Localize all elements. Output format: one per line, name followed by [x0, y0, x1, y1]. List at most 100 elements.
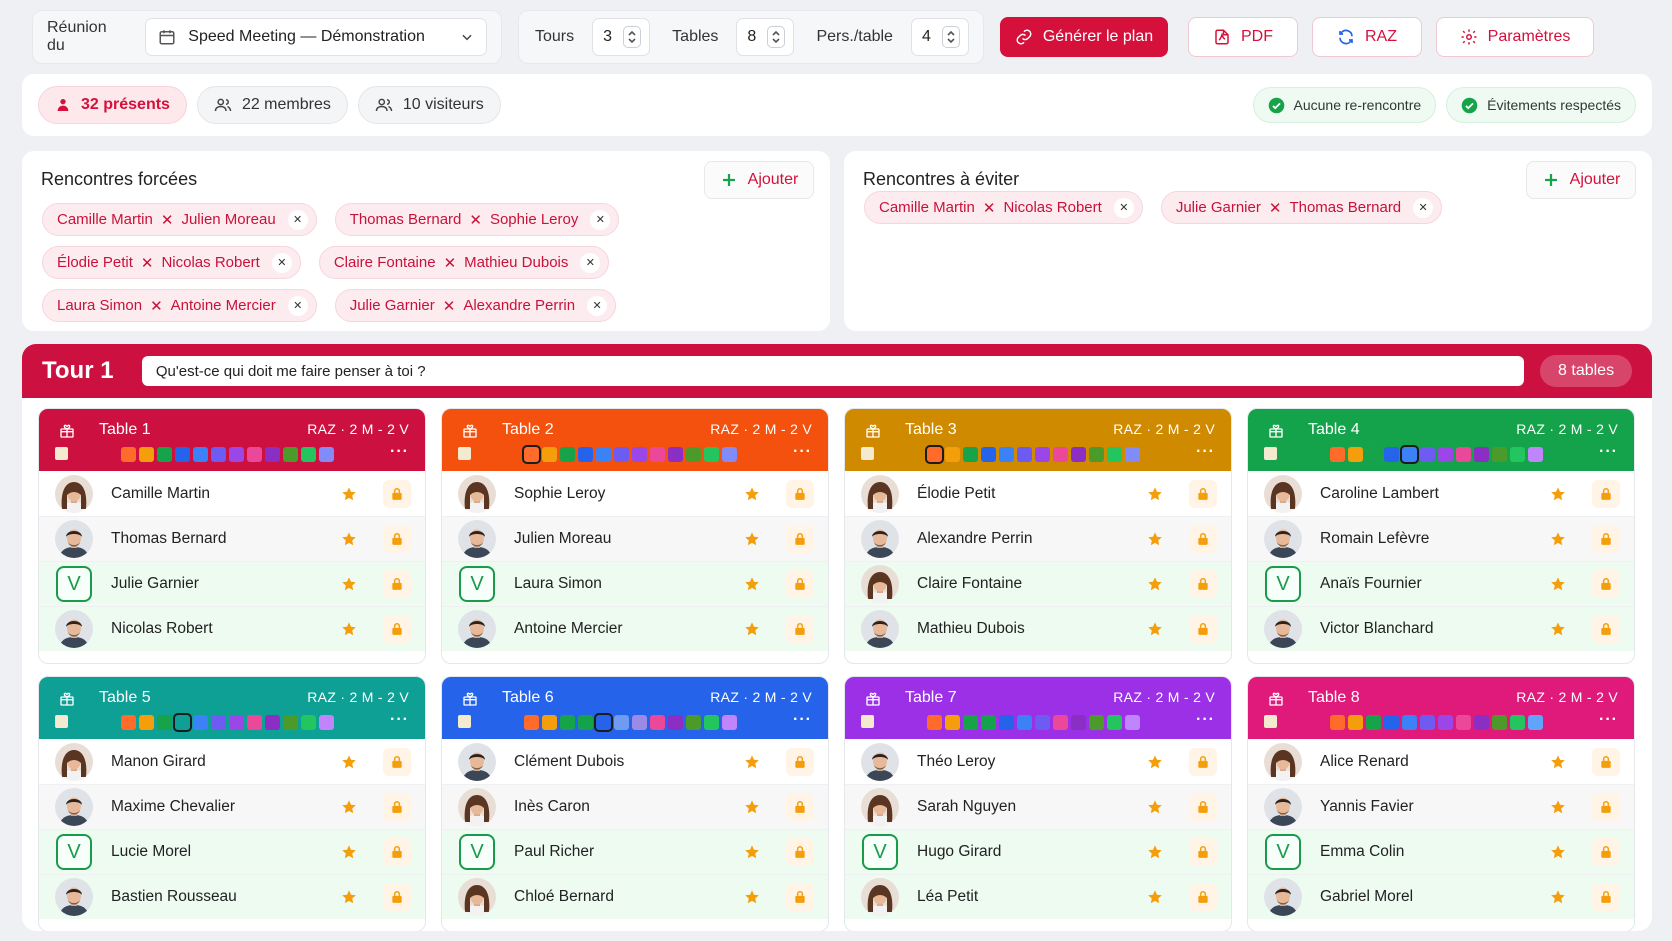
color-swatch[interactable] — [686, 715, 701, 730]
color-swatch[interactable] — [211, 715, 226, 730]
lock-icon[interactable] — [786, 838, 814, 866]
participant-row[interactable]: V Hugo Girard — [845, 829, 1231, 874]
lock-icon[interactable] — [1189, 838, 1217, 866]
color-swatch[interactable] — [1071, 447, 1086, 462]
star-icon[interactable] — [744, 576, 760, 592]
color-swatch[interactable] — [211, 447, 226, 462]
color-swatch[interactable] — [522, 445, 541, 464]
color-swatch[interactable] — [1474, 447, 1489, 462]
lock-icon[interactable] — [1189, 525, 1217, 553]
color-swatch[interactable] — [229, 715, 244, 730]
participant-row[interactable]: Sarah Nguyen — [845, 784, 1231, 829]
more-options-icon[interactable]: ··· — [1599, 443, 1618, 461]
participant-row[interactable]: Théo Leroy — [845, 739, 1231, 784]
remove-chip-button[interactable]: ✕ — [287, 295, 308, 316]
color-swatch[interactable] — [1420, 447, 1435, 462]
participant-row[interactable]: V Paul Richer — [442, 829, 828, 874]
color-swatch[interactable] — [121, 715, 136, 730]
remove-chip-button[interactable]: ✕ — [271, 252, 292, 273]
pdf-button[interactable]: PDF — [1188, 17, 1298, 57]
participant-row[interactable]: Thomas Bernard — [39, 516, 425, 561]
lock-icon[interactable] — [1189, 479, 1217, 508]
color-swatch[interactable] — [1420, 715, 1435, 730]
color-swatch[interactable] — [1107, 447, 1122, 462]
lock-icon[interactable] — [786, 747, 814, 776]
color-swatch[interactable] — [632, 715, 647, 730]
star-icon[interactable] — [341, 486, 357, 502]
color-swatch[interactable] — [1492, 715, 1507, 730]
participant-row[interactable]: V Julie Garnier — [39, 561, 425, 606]
participant-row[interactable]: Alice Renard — [1248, 739, 1634, 784]
star-icon[interactable] — [341, 621, 357, 637]
lock-icon[interactable] — [786, 570, 814, 598]
color-swatch[interactable] — [1456, 447, 1471, 462]
star-icon[interactable] — [1550, 621, 1566, 637]
table-color-chip[interactable] — [861, 447, 874, 460]
color-swatch[interactable] — [578, 447, 593, 462]
color-swatch[interactable] — [981, 447, 996, 462]
color-swatch[interactable] — [945, 447, 960, 462]
participant-row[interactable]: Léa Petit — [845, 874, 1231, 919]
lock-icon[interactable] — [383, 747, 411, 776]
color-swatch[interactable] — [704, 447, 719, 462]
table-raz-info[interactable]: RAZ · 2 M - 2 V — [1516, 421, 1618, 437]
star-icon[interactable] — [744, 486, 760, 502]
participant-row[interactable]: Antoine Mercier — [442, 606, 828, 651]
star-icon[interactable] — [1550, 486, 1566, 502]
color-swatch[interactable] — [173, 713, 192, 732]
color-swatch[interactable] — [283, 447, 298, 462]
more-options-icon[interactable]: ··· — [793, 443, 812, 461]
lock-icon[interactable] — [383, 883, 411, 911]
lock-icon[interactable] — [383, 525, 411, 553]
table-color-chip[interactable] — [861, 715, 874, 728]
lock-icon[interactable] — [1592, 570, 1620, 598]
color-swatch[interactable] — [650, 447, 665, 462]
tours-stepper[interactable]: 3 — [592, 18, 651, 56]
color-swatch[interactable] — [668, 447, 683, 462]
star-icon[interactable] — [1147, 844, 1163, 860]
participant-row[interactable]: Sophie Leroy — [442, 471, 828, 516]
color-swatch[interactable] — [1107, 715, 1122, 730]
color-swatch[interactable] — [927, 715, 942, 730]
participant-row[interactable]: V Lucie Morel — [39, 829, 425, 874]
remove-chip-button[interactable]: ✕ — [1113, 197, 1134, 218]
star-icon[interactable] — [1147, 889, 1163, 905]
color-swatch[interactable] — [632, 447, 647, 462]
lock-icon[interactable] — [383, 570, 411, 598]
color-swatch[interactable] — [1348, 715, 1363, 730]
participant-row[interactable]: V Emma Colin — [1248, 829, 1634, 874]
color-swatch[interactable] — [1035, 447, 1050, 462]
star-icon[interactable] — [744, 799, 760, 815]
color-swatch[interactable] — [999, 715, 1014, 730]
color-swatch[interactable] — [542, 447, 557, 462]
color-swatch[interactable] — [1400, 445, 1419, 464]
participant-row[interactable]: Caroline Lambert — [1248, 471, 1634, 516]
color-swatch[interactable] — [139, 715, 154, 730]
color-swatch[interactable] — [614, 715, 629, 730]
color-swatch[interactable] — [704, 715, 719, 730]
participant-row[interactable]: Gabriel Morel — [1248, 874, 1634, 919]
color-swatch[interactable] — [963, 447, 978, 462]
star-icon[interactable] — [1550, 754, 1566, 770]
lock-icon[interactable] — [1592, 615, 1620, 643]
color-swatch[interactable] — [963, 715, 978, 730]
present-pill[interactable]: 32 présents — [38, 86, 187, 124]
color-swatch[interactable] — [925, 445, 944, 464]
lock-icon[interactable] — [1189, 570, 1217, 598]
lock-icon[interactable] — [383, 615, 411, 643]
generate-plan-button[interactable]: Générer le plan — [1000, 17, 1168, 57]
participant-row[interactable]: Julien Moreau — [442, 516, 828, 561]
more-options-icon[interactable]: ··· — [390, 443, 409, 461]
color-swatch[interactable] — [722, 715, 737, 730]
color-swatch[interactable] — [193, 447, 208, 462]
lock-icon[interactable] — [1189, 793, 1217, 821]
lock-icon[interactable] — [1592, 525, 1620, 553]
star-icon[interactable] — [341, 889, 357, 905]
color-swatch[interactable] — [121, 447, 136, 462]
star-icon[interactable] — [341, 576, 357, 592]
table-raz-info[interactable]: RAZ · 2 M - 2 V — [307, 689, 409, 705]
participant-row[interactable]: Camille Martin — [39, 471, 425, 516]
star-icon[interactable] — [1550, 576, 1566, 592]
color-swatch[interactable] — [157, 447, 172, 462]
more-options-icon[interactable]: ··· — [1196, 711, 1215, 729]
